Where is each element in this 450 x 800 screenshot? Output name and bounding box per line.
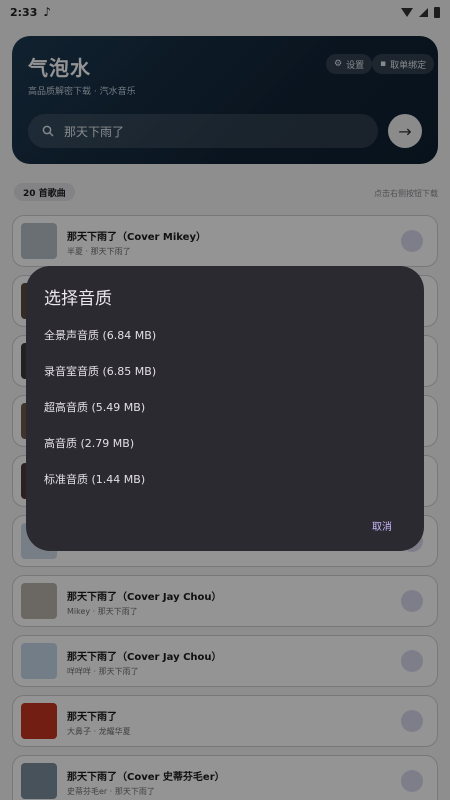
quality-option[interactable]: 标准音质 (1.44 MB) [44, 471, 145, 487]
cancel-button[interactable]: 取消 [372, 518, 392, 533]
quality-dialog: 选择音质 全景声音质 (6.84 MB) 录音室音质 (6.85 MB) 超高音… [26, 266, 424, 551]
quality-option[interactable]: 高音质 (2.79 MB) [44, 435, 134, 451]
dialog-title: 选择音质 [44, 289, 112, 309]
quality-option[interactable]: 全景声音质 (6.84 MB) [44, 327, 156, 343]
quality-option[interactable]: 录音室音质 (6.85 MB) [44, 363, 156, 379]
quality-option[interactable]: 超高音质 (5.49 MB) [44, 399, 145, 415]
